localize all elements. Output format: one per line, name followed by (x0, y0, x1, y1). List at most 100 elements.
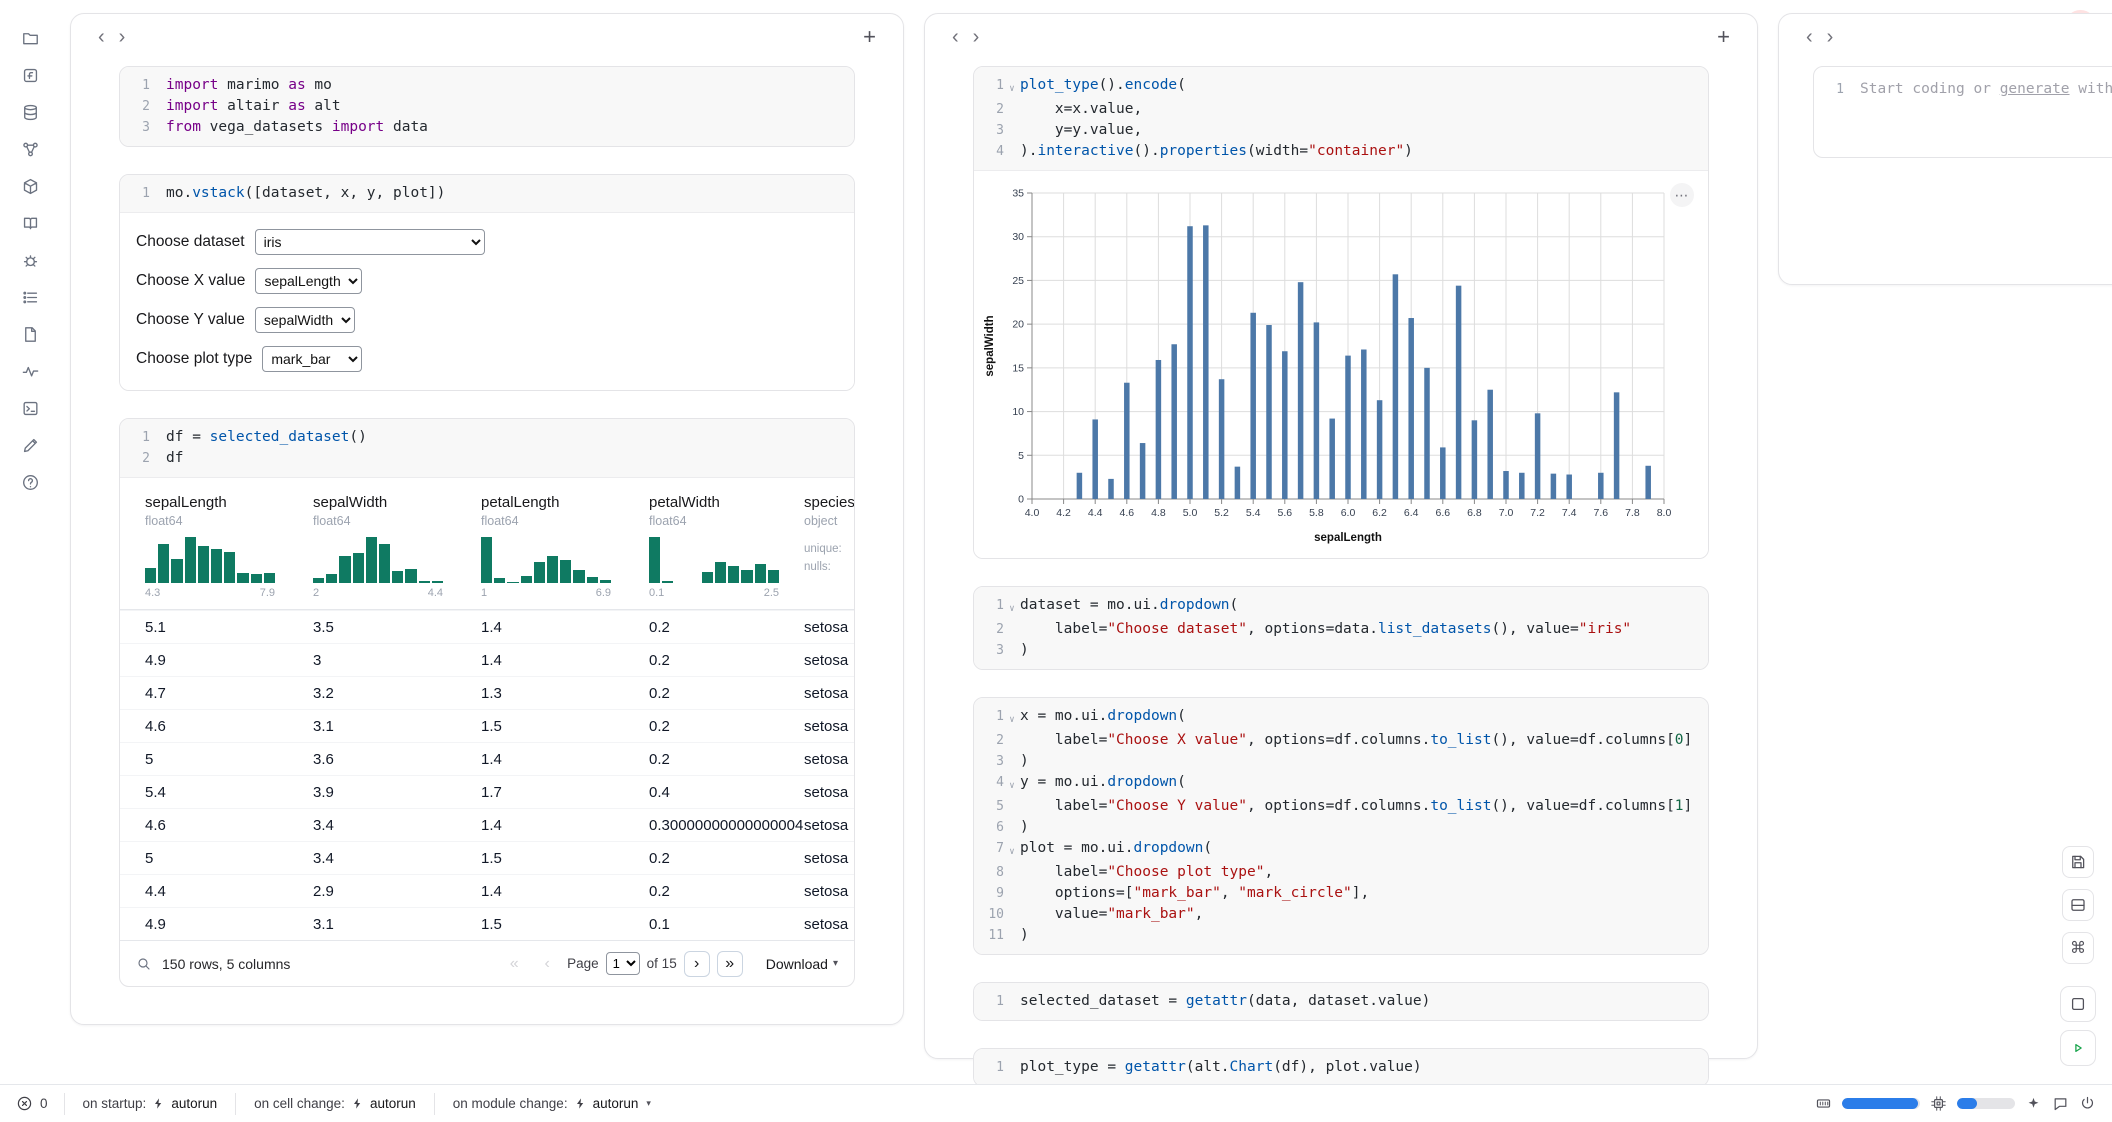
command-button[interactable]: ⌘ (2062, 932, 2094, 964)
column-move-left-button[interactable]: ‹ (91, 27, 112, 47)
cell-plot[interactable]: 1∨plot_type().encode(2 x=x.value,3 y=y.v… (973, 66, 1709, 559)
column-move-left-button[interactable]: ‹ (1799, 27, 1820, 47)
fold-icon[interactable]: ∨ (1004, 75, 1020, 99)
last-page-button[interactable]: » (717, 951, 743, 977)
code-line: 2import altair as alt (120, 96, 846, 117)
add-column-button[interactable]: + (1710, 26, 1737, 48)
x-value-select[interactable]: sepalLength (255, 268, 362, 294)
code-editor[interactable]: 1∨dataset = mo.ui.dropdown(2 label="Choo… (974, 587, 1708, 669)
fold-gutter (150, 448, 166, 469)
console-button[interactable] (2060, 986, 2096, 1022)
line-number: 1 (1814, 79, 1844, 100)
column-move-right-button[interactable]: › (112, 27, 133, 47)
code-editor[interactable]: 1plot_type = getattr(alt.Chart(df), plot… (974, 1049, 1708, 1086)
control-x-value: Choose X valuesepalLength (136, 268, 838, 294)
column-header-sepalLength[interactable]: sepalLengthfloat644.37.9 (120, 494, 288, 599)
svg-text:6.8: 6.8 (1467, 507, 1482, 519)
line-number: 1 (974, 75, 1004, 99)
table-cell: 5.1 (120, 619, 288, 636)
layout-button[interactable] (2062, 889, 2094, 921)
autorun-setting-0[interactable]: on startup:autorun (64, 1093, 236, 1115)
column-header-petalLength[interactable]: petalLengthfloat6416.9 (456, 494, 624, 599)
code-editor[interactable]: 1df = selected_dataset()2df (120, 419, 854, 478)
cell-empty[interactable]: 1 Start coding or generate with AI. (1813, 66, 2112, 158)
generate-with-ai-link[interactable]: generate (2000, 81, 2070, 97)
dataset-select[interactable]: iris (255, 229, 485, 255)
code-line: 1import marimo as mo (120, 75, 846, 96)
column-move-right-button[interactable]: › (966, 27, 987, 47)
code-line: 1∨x = mo.ui.dropdown( (974, 706, 1700, 730)
cell-dataframe[interactable]: 1df = selected_dataset()2df sepalLengthf… (119, 418, 855, 987)
search-icon[interactable] (136, 956, 152, 972)
autorun-value: autorun (171, 1096, 217, 1111)
save-button[interactable] (2062, 846, 2094, 878)
column-header-species[interactable]: speciesobjectunique:nulls: (792, 494, 854, 599)
sidebar-errors-button[interactable] (18, 248, 42, 272)
sidebar-scratchpad-button[interactable] (18, 396, 42, 420)
altair-bar-chart[interactable]: 4.04.24.44.64.85.05.25.45.65.86.06.26.46… (980, 181, 1708, 554)
cell-selected-dataset[interactable]: 1selected_dataset = getattr(data, datase… (973, 982, 1709, 1021)
fold-icon[interactable]: ∨ (1004, 772, 1020, 796)
sidebar-dependencies-button[interactable] (18, 137, 42, 161)
sidebar-edit-button[interactable] (18, 433, 42, 457)
first-page-button[interactable]: « (501, 951, 527, 977)
sidebar-outline-button[interactable] (18, 285, 42, 309)
cell-plot-type[interactable]: 1plot_type = getattr(alt.Chart(df), plot… (973, 1048, 1709, 1087)
sidebar-datasources-button[interactable] (18, 100, 42, 124)
run-button[interactable] (2060, 1030, 2096, 1066)
status-bar: 0 on startup:autorunon cell change:autor… (0, 1084, 2112, 1122)
code-editor[interactable]: 1import marimo as mo2import altair as al… (120, 67, 854, 146)
page-select[interactable]: 1 (606, 952, 640, 975)
line-number: 2 (974, 99, 1004, 120)
column-move-right-button[interactable]: › (1820, 27, 1841, 47)
code-editor[interactable]: 1∨x = mo.ui.dropdown(2 label="Choose X v… (974, 698, 1708, 954)
memory-usage-bar[interactable] (1842, 1098, 1920, 1109)
prev-page-button[interactable]: ‹ (534, 951, 560, 977)
sidebar-functions-button[interactable] (18, 63, 42, 87)
sidebar-packages-button[interactable] (18, 174, 42, 198)
cell-xy-plot-dropdowns[interactable]: 1∨x = mo.ui.dropdown(2 label="Choose X v… (973, 697, 1709, 955)
power-icon[interactable] (2079, 1095, 2096, 1112)
table-cell: setosa (792, 850, 854, 867)
plot-type-select[interactable]: mark_bar (262, 346, 362, 372)
cell-imports[interactable]: 1import marimo as mo2import altair as al… (119, 66, 855, 147)
sidebar-help-button[interactable] (18, 470, 42, 494)
line-number: 1 (120, 75, 150, 96)
feedback-icon[interactable] (2052, 1095, 2069, 1112)
next-page-button[interactable]: › (684, 951, 710, 977)
svg-text:6.4: 6.4 (1404, 507, 1419, 519)
line-number: 1 (974, 706, 1004, 730)
cell-vstack[interactable]: 1mo.vstack([dataset, x, y, plot]) Choose… (119, 174, 855, 391)
autorun-setting-2[interactable]: on module change:autorun▾ (434, 1093, 669, 1115)
sidebar-tracing-button[interactable] (18, 359, 42, 383)
fold-gutter (150, 117, 166, 138)
cell-dataset-dropdown[interactable]: 1∨dataset = mo.ui.dropdown(2 label="Choo… (973, 586, 1709, 670)
ai-assistant-icon[interactable] (2025, 1095, 2042, 1112)
autorun-setting-1[interactable]: on cell change:autorun (235, 1093, 434, 1115)
table-cell: 3 (288, 652, 456, 669)
fold-icon[interactable]: ∨ (1004, 838, 1020, 862)
download-button[interactable]: Download ▾ (766, 956, 838, 972)
column-header-petalWidth[interactable]: petalWidthfloat640.12.5 (624, 494, 792, 599)
line-number: 9 (974, 883, 1004, 904)
table-cell: 3.4 (288, 817, 456, 834)
errors-indicator[interactable]: 0 (16, 1095, 48, 1112)
sidebar-files-button[interactable] (18, 26, 42, 50)
cpu-usage-bar[interactable] (1957, 1098, 2015, 1109)
y-value-select[interactable]: sepalWidth (255, 307, 355, 333)
fold-icon[interactable]: ∨ (1004, 595, 1020, 619)
code-editor[interactable]: 1mo.vstack([dataset, x, y, plot]) (120, 175, 854, 213)
autorun-settings: on startup:autorunon cell change:autorun… (64, 1085, 669, 1122)
code-editor[interactable]: 1∨plot_type().encode(2 x=x.value,3 y=y.v… (974, 67, 1708, 171)
cpu-icon (1930, 1095, 1947, 1112)
sidebar-snippets-button[interactable] (18, 322, 42, 346)
column-header-sepalWidth[interactable]: sepalWidthfloat6424.4 (288, 494, 456, 599)
svg-text:6.2: 6.2 (1372, 507, 1387, 519)
add-column-button[interactable]: + (856, 26, 883, 48)
svg-text:5: 5 (1018, 450, 1024, 462)
fold-icon[interactable]: ∨ (1004, 706, 1020, 730)
sidebar-documentation-button[interactable] (18, 211, 42, 235)
column-move-left-button[interactable]: ‹ (945, 27, 966, 47)
chart-actions-button[interactable]: ⋯ (1670, 183, 1694, 207)
code-editor[interactable]: 1selected_dataset = getattr(data, datase… (974, 983, 1708, 1020)
